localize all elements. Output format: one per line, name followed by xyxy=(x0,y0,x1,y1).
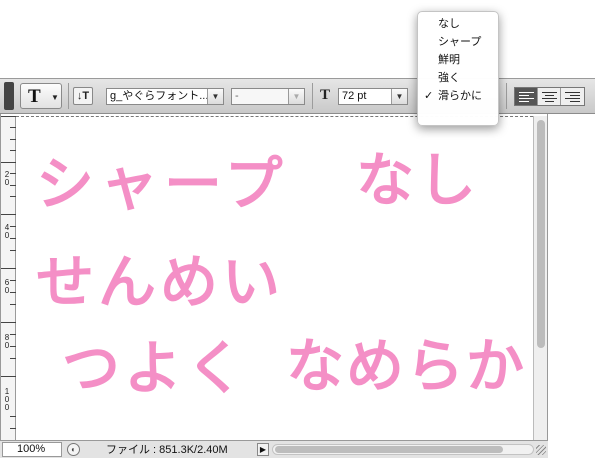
ruler-tick xyxy=(1,214,16,215)
document-canvas[interactable]: シャープ なし せんめい つよく なめらか xyxy=(16,116,533,442)
align-center-button[interactable] xyxy=(538,88,561,105)
file-size-info: ファイル : 851.3K/2.40M xyxy=(106,444,228,456)
ruler-tick xyxy=(1,322,16,323)
menu-item-label: シャープ xyxy=(438,36,482,48)
chevron-down-icon: ▼ xyxy=(288,89,304,104)
align-right-icon-line xyxy=(570,101,580,102)
canvas-text-crisp: せんめい xyxy=(36,248,285,316)
horizontal-scrollbar-thumb[interactable] xyxy=(275,446,503,453)
options-bar-grip[interactable] xyxy=(4,82,14,110)
status-menu-button[interactable]: ▶ xyxy=(257,443,269,456)
status-bar: 100% ◐ ファイル : 851.3K/2.40M ▶ xyxy=(0,440,548,458)
photoshop-window: T ▼ ↓T g_やぐらフォント... ▼ - ▼ T 72 pt ▼ 20 4… xyxy=(0,0,595,458)
menu-item-none[interactable]: なし xyxy=(418,16,500,33)
options-bar: T ▼ ↓T g_やぐらフォント... ▼ - ▼ T 72 pt ▼ xyxy=(0,78,595,114)
align-left-icon-line xyxy=(519,98,534,99)
toolbar-divider xyxy=(506,83,507,109)
font-style-select[interactable]: - ▼ xyxy=(231,88,305,105)
align-left-icon-line xyxy=(519,95,529,96)
toolbar-divider xyxy=(312,83,313,109)
canvas-text-smooth: なめらか xyxy=(286,332,527,400)
font-size-select[interactable]: 72 pt ▼ xyxy=(338,88,408,105)
align-left-button[interactable] xyxy=(515,88,538,105)
canvas-text-sharp: シャープ xyxy=(36,150,289,218)
vertical-ruler: 20 40 60 80 100 xyxy=(1,116,16,442)
font-size-icon: T xyxy=(320,87,338,105)
align-right-button[interactable] xyxy=(561,88,584,105)
chevron-down-icon: ▼ xyxy=(391,89,407,104)
ruler-label: 100 xyxy=(4,387,10,412)
document-window: 20 40 60 80 100 シャープ なし せんめい つよく なめらか xyxy=(0,114,548,458)
align-left-icon-line xyxy=(519,101,529,102)
menu-item-label: 鮮明 xyxy=(438,54,460,66)
vertical-scrollbar[interactable] xyxy=(533,116,547,442)
canvas-text-none: なし xyxy=(356,146,481,214)
font-size-icon-glyph: T xyxy=(320,87,331,103)
horizontal-scrollbar[interactable] xyxy=(272,444,534,455)
menu-item-label: なし xyxy=(438,18,460,30)
font-family-value: g_やぐらフォント... xyxy=(110,90,209,102)
canvas-text-strong: つよく xyxy=(62,334,249,402)
font-style-value: - xyxy=(235,90,239,102)
align-right-icon-line xyxy=(565,98,580,99)
align-center-icon-line xyxy=(545,101,554,102)
type-tool-icon: T xyxy=(28,86,41,107)
text-orientation-button[interactable]: ↓T xyxy=(73,87,93,105)
ruler-tick xyxy=(1,162,16,163)
menu-item-strong[interactable]: 強く xyxy=(418,70,500,87)
menu-item-label: 強く xyxy=(438,72,460,84)
menu-item-label: 滑らかに xyxy=(438,90,482,102)
menu-item-crisp[interactable]: 鮮明 xyxy=(418,52,500,69)
zoom-field[interactable]: 100% xyxy=(2,442,62,457)
chevron-down-icon: ▼ xyxy=(207,89,223,104)
vertical-scrollbar-thumb[interactable] xyxy=(537,120,545,348)
font-size-value: 72 pt xyxy=(342,90,367,102)
align-center-icon xyxy=(542,92,557,93)
ruler-tick xyxy=(1,376,16,377)
align-center-icon-line xyxy=(545,95,554,96)
text-orientation-icon: ↓T xyxy=(76,90,90,102)
antialias-menu: なし シャープ 鮮明 強く ✓ 滑らかに xyxy=(417,11,499,126)
chevron-right-icon: ▶ xyxy=(259,445,267,454)
toolbar-divider xyxy=(68,83,69,109)
menu-item-smooth[interactable]: ✓ 滑らかに xyxy=(418,88,500,105)
tool-preset-picker[interactable]: T ▼ xyxy=(20,83,62,109)
font-family-select[interactable]: g_やぐらフォント... ▼ xyxy=(106,88,224,105)
proof-setup-icon[interactable]: ◐ xyxy=(67,443,80,456)
paragraph-align-group xyxy=(514,87,585,106)
checkmark-icon: ✓ xyxy=(424,90,434,102)
ruler-tick xyxy=(1,268,16,269)
align-right-icon xyxy=(565,92,580,93)
resize-grip[interactable] xyxy=(536,445,546,455)
menu-item-sharp[interactable]: シャープ xyxy=(418,34,500,51)
ruler-tick xyxy=(1,116,16,117)
align-center-icon-line xyxy=(542,98,557,99)
align-right-icon-line xyxy=(570,95,580,96)
align-left-icon xyxy=(519,92,534,93)
ruler-label: 80 xyxy=(4,333,10,350)
chevron-down-icon: ▼ xyxy=(51,93,59,102)
